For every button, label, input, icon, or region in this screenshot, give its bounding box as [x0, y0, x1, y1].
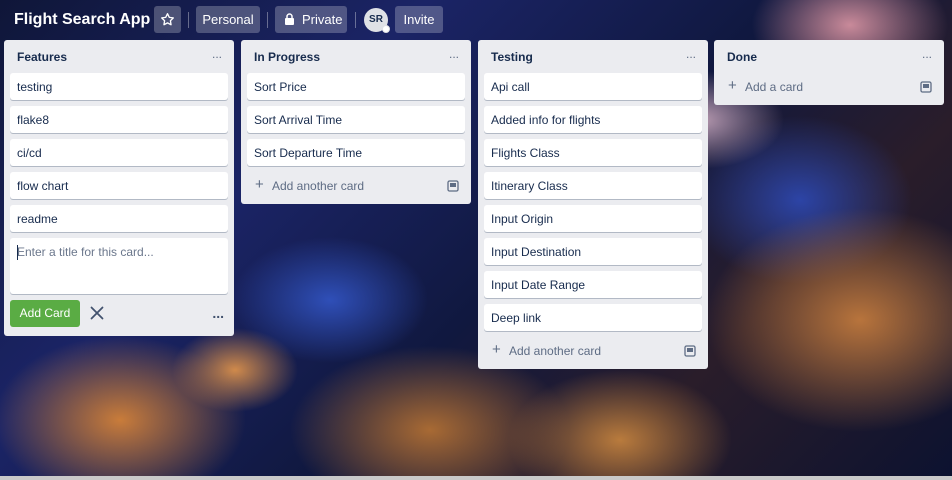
card[interactable]: Sort Price	[247, 73, 465, 100]
card-template-icon[interactable]	[920, 81, 932, 93]
list-in-progress: In Progress ... Sort Price Sort Arrival …	[241, 40, 471, 204]
star-board-button[interactable]	[154, 6, 181, 33]
card[interactable]: Flights Class	[484, 139, 702, 166]
avatar-badge-icon	[382, 25, 390, 33]
card-composer	[10, 238, 228, 294]
card[interactable]: readme	[10, 205, 228, 232]
plus-icon: +	[492, 341, 501, 358]
card-title-input[interactable]	[10, 238, 228, 294]
list-header: Features ...	[4, 40, 234, 73]
list-header: In Progress ...	[241, 40, 471, 73]
card[interactable]: Api call	[484, 73, 702, 100]
card-title: readme	[17, 212, 58, 226]
header-divider	[355, 12, 356, 28]
list-menu-button[interactable]: ...	[918, 48, 936, 64]
card[interactable]: flake8	[10, 106, 228, 133]
add-card-label: Add another card	[272, 179, 365, 193]
composer-options-button[interactable]: ...	[212, 306, 224, 320]
composer-controls: Add Card ...	[4, 300, 234, 336]
list-done: Done ... + Add a card	[714, 40, 944, 105]
card-title: ci/cd	[17, 146, 42, 160]
lock-icon	[285, 13, 294, 25]
card[interactable]: Sort Departure Time	[247, 139, 465, 166]
list-title[interactable]: Features	[17, 50, 67, 64]
board-title[interactable]: Flight Search App	[14, 9, 150, 31]
card-title: Added info for flights	[491, 113, 601, 127]
star-icon	[161, 13, 174, 26]
card-title: Api call	[491, 80, 530, 94]
list-features: Features ... testing flake8 ci/cd flow c…	[4, 40, 234, 336]
card-title: flake8	[17, 113, 50, 127]
card[interactable]: Itinerary Class	[484, 172, 702, 199]
invite-button[interactable]: Invite	[395, 6, 443, 33]
list-menu-button[interactable]: ...	[208, 48, 226, 64]
add-card-label: Add another card	[509, 344, 602, 358]
avatar[interactable]: SR	[364, 8, 390, 33]
horizontal-scrollbar[interactable]	[0, 476, 952, 480]
header-divider	[188, 12, 189, 28]
card[interactable]: testing	[10, 73, 228, 100]
header-divider	[267, 12, 268, 28]
card-template-icon[interactable]	[684, 345, 696, 357]
card-title: Input Destination	[491, 245, 582, 259]
card[interactable]: Input Destination	[484, 238, 702, 265]
card[interactable]: Sort Arrival Time	[247, 106, 465, 133]
card[interactable]: Deep link	[484, 304, 702, 331]
card-title: Input Origin	[491, 212, 554, 226]
personal-team-button[interactable]: Personal	[196, 6, 260, 33]
plus-icon: +	[728, 77, 737, 94]
add-card-footer[interactable]: + Add a card	[718, 73, 940, 101]
text-caret	[17, 245, 18, 260]
plus-icon: +	[255, 176, 264, 193]
card[interactable]: Input Origin	[484, 205, 702, 232]
card-title: Sort Departure Time	[254, 146, 363, 160]
card-title: Deep link	[491, 311, 542, 325]
card-title: Flights Class	[491, 146, 560, 160]
board-header: Flight Search App Personal Private SR In…	[0, 0, 952, 40]
close-icon[interactable]	[88, 304, 106, 322]
private-label: Private	[302, 12, 343, 27]
list-header: Testing ...	[478, 40, 708, 73]
card-title: Itinerary Class	[491, 179, 568, 193]
card-title: flow chart	[17, 179, 69, 193]
card-title: Sort Arrival Time	[254, 113, 343, 127]
add-card-button[interactable]: Add Card	[10, 300, 80, 327]
avatar-initials: SR	[369, 14, 383, 25]
card-title: Sort Price	[254, 80, 307, 94]
list-menu-button[interactable]: ...	[445, 48, 463, 64]
card[interactable]: ci/cd	[10, 139, 228, 166]
add-card-footer[interactable]: + Add another card	[482, 337, 704, 365]
list-title[interactable]: In Progress	[254, 50, 320, 64]
list-menu-button[interactable]: ...	[682, 48, 700, 64]
card-title: testing	[17, 80, 53, 94]
list-title[interactable]: Done	[727, 50, 757, 64]
list-header: Done ...	[714, 40, 944, 73]
card-template-icon[interactable]	[447, 180, 459, 192]
card[interactable]: Input Date Range	[484, 271, 702, 298]
card-title: Input Date Range	[491, 278, 586, 292]
list-testing: Testing ... Api call Added info for flig…	[478, 40, 708, 369]
card[interactable]: Added info for flights	[484, 106, 702, 133]
card[interactable]: flow chart	[10, 172, 228, 199]
add-card-label: Add a card	[745, 80, 804, 94]
add-card-footer[interactable]: + Add another card	[245, 172, 467, 200]
visibility-private-button[interactable]: Private	[275, 6, 347, 33]
list-title[interactable]: Testing	[491, 50, 533, 64]
